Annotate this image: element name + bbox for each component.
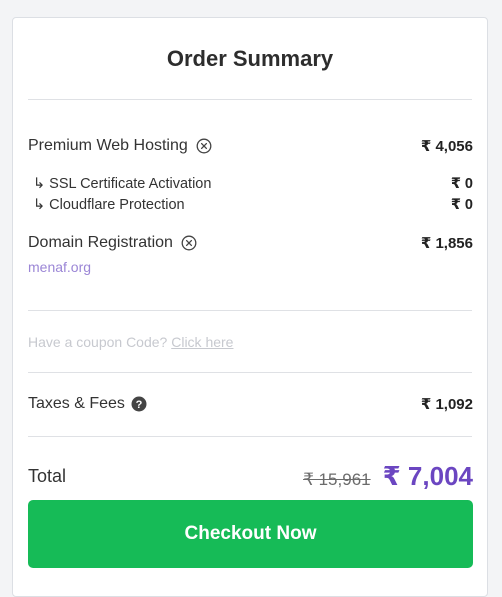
ssl-label: ↳ SSL Certificate Activation xyxy=(33,176,212,192)
remove-hosting-button[interactable] xyxy=(196,138,212,154)
circle-x-icon xyxy=(181,235,197,251)
taxes-label: Taxes & Fees xyxy=(28,395,125,412)
order-summary-card: Order Summary Premium Web Hosting ₹ 4,05… xyxy=(12,17,488,597)
circle-x-icon xyxy=(196,138,212,154)
total-row: Total ₹ 15,961 ₹ 7,004 xyxy=(28,461,473,492)
divider xyxy=(28,99,472,100)
divider xyxy=(28,372,472,373)
taxes-price: ₹ 1,092 xyxy=(420,396,473,413)
line-item-domain: Domain Registration ₹ 1,856 xyxy=(28,234,473,252)
checkout-now-button[interactable]: Checkout Now xyxy=(28,500,473,568)
coupon-prompt: Have a coupon Code? Click here xyxy=(28,334,233,350)
divider xyxy=(28,310,472,311)
taxes-row: Taxes & Fees ? ₹ 1,092 xyxy=(28,395,473,413)
total-original-price: ₹ 15,961 xyxy=(303,470,371,489)
total-discounted-price: ₹ 7,004 xyxy=(382,461,473,491)
cloudflare-label: ↳ Cloudflare Protection xyxy=(33,197,185,213)
line-item-cloudflare: ↳ Cloudflare Protection ₹ 0 xyxy=(28,197,473,213)
divider xyxy=(28,436,472,437)
domain-label: Domain Registration xyxy=(28,234,173,251)
domain-name-link[interactable]: menaf.org xyxy=(28,259,91,275)
hosting-label: Premium Web Hosting xyxy=(28,137,188,154)
question-circle-icon: ? xyxy=(131,396,147,412)
coupon-click-here-link[interactable]: Click here xyxy=(171,334,233,350)
ssl-price: ₹ 0 xyxy=(450,176,473,192)
line-item-ssl: ↳ SSL Certificate Activation ₹ 0 xyxy=(28,176,473,192)
total-prices: ₹ 15,961 ₹ 7,004 xyxy=(303,461,473,492)
cloudflare-price: ₹ 0 xyxy=(450,197,473,213)
hosting-label-group: Premium Web Hosting xyxy=(28,137,212,155)
coupon-prompt-text: Have a coupon Code? xyxy=(28,334,168,350)
taxes-help-button[interactable]: ? xyxy=(131,396,147,412)
hosting-price: ₹ 4,056 xyxy=(420,138,473,155)
line-item-hosting: Premium Web Hosting ₹ 4,056 xyxy=(28,137,473,155)
svg-text:?: ? xyxy=(136,399,143,411)
total-label: Total xyxy=(28,466,67,486)
remove-domain-button[interactable] xyxy=(181,235,197,251)
domain-price: ₹ 1,856 xyxy=(420,235,473,252)
taxes-label-group: Taxes & Fees ? xyxy=(28,395,147,413)
domain-label-group: Domain Registration xyxy=(28,234,197,252)
order-summary-title: Order Summary xyxy=(166,46,334,71)
